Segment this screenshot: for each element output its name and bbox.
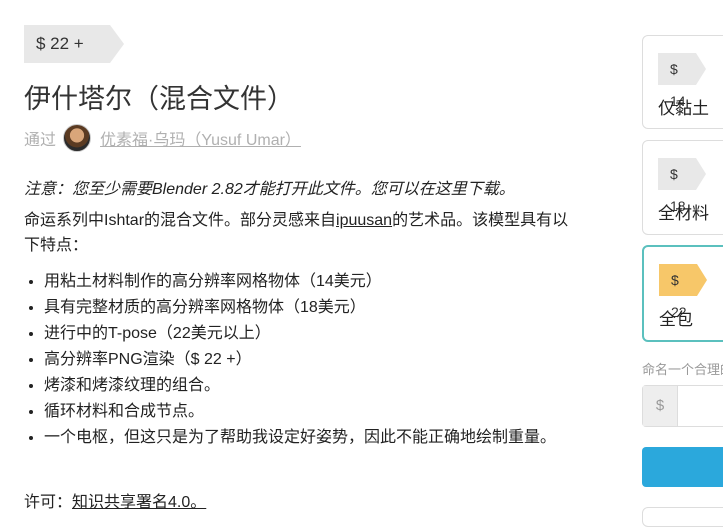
option-full-bundle[interactable]: $ 22 全包 (642, 245, 723, 342)
price-input[interactable]: $ (642, 385, 723, 427)
option-full-materials[interactable]: $ 18 全材料 (642, 140, 723, 235)
blender-version-note: 注意：您至少需要Blender 2.82才能打开此文件。您可以在这里下载。 (24, 181, 515, 198)
ipuusan-link[interactable]: ipuusan (336, 212, 392, 229)
price-tag: $ 22 + (24, 25, 124, 63)
by-label: 通过 (24, 132, 57, 149)
list-item: 一个电枢，但这只是为了帮助我设定好姿势，因此不能正确地绘制重量。 (44, 425, 592, 451)
list-item: 用粘土材料制作的高分辨率网格物体（14美元） (44, 269, 592, 295)
secondary-box (642, 507, 723, 527)
name-price-hint: 命名一个合理的价格 (642, 362, 723, 377)
license-label: 许可： (24, 494, 73, 511)
buy-button[interactable] (642, 447, 723, 487)
list-item: 循环材料和合成节点。 (44, 399, 592, 425)
feature-list: 用粘土材料制作的高分辨率网格物体（14美元） 具有完整材质的高分辨率网格物体（1… (24, 269, 592, 451)
option-label: 全材料 (658, 204, 709, 223)
author-avatar[interactable] (63, 124, 92, 152)
option-clay-only[interactable]: $ 14 仅黏土 (642, 35, 723, 129)
byline: 通过 优素福·乌玛（Yusuf Umar） (24, 124, 301, 152)
option-price-tag: $ 14 (658, 53, 706, 109)
list-item: 高分辨率PNG渲染（$ 22 +） (44, 347, 592, 373)
option-price-tag: $ 22 (659, 264, 707, 320)
license-line: 许可：知识共享署名4.0。 (24, 488, 206, 512)
intro-text-start: 命运系列中Ishtar的混合文件。部分灵感来自 (24, 212, 337, 229)
option-label: 仅黏土 (658, 99, 709, 118)
list-item: 具有完整材质的高分辨率网格物体（18美元） (44, 295, 592, 321)
option-label: 全包 (659, 310, 693, 329)
list-item: 烤漆和烤漆纹理的组合。 (44, 373, 592, 399)
author-link[interactable]: 优素福·乌玛（Yusuf Umar） (100, 126, 301, 150)
list-item: 进行中的T-pose（22美元以上） (44, 321, 592, 347)
option-price-tag: $ 18 (658, 158, 706, 214)
product-title: 伊什塔尔（混合文件） (24, 84, 294, 114)
intro-paragraph: 命运系列中Ishtar的混合文件。部分灵感来自ipuusan的艺术品。该模型具有… (24, 208, 572, 258)
license-link[interactable]: 知识共享署名4.0。 (72, 494, 206, 511)
currency-addon: $ (643, 386, 678, 426)
